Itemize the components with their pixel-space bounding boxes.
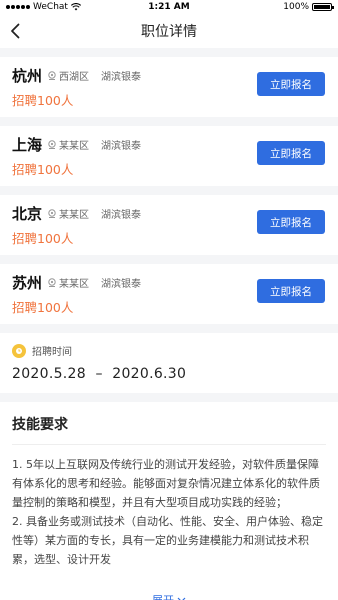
apply-button[interactable]: 立即报名 (257, 141, 325, 165)
location-card: 杭州 西湖区 湖滨银泰 招聘100人 立即报名 (0, 57, 338, 117)
building-label: 湖滨银泰 (101, 71, 142, 83)
clock-icon (12, 343, 26, 358)
skills-line: 1. 5年以上互联网及传统行业的测试开发经验，对软件质量保障有体系化的思考和经验… (12, 458, 320, 509)
district-label: 某某区 (59, 140, 90, 152)
building-label: 湖滨银泰 (101, 140, 142, 152)
location-pin-icon (48, 70, 56, 80)
recruit-time-header: 招聘时间 (12, 343, 326, 358)
district-label: 西湖区 (59, 71, 90, 83)
battery-icon (312, 3, 334, 11)
skills-text: 1. 5年以上互联网及传统行业的测试开发经验，对软件质量保障有体系化的思考和经验… (12, 455, 326, 600)
location-card: 苏州 某某区 湖滨银泰 招聘100人 立即报名 (0, 264, 338, 324)
page-title: 职位详情 (141, 24, 197, 40)
skills-card: 技能要求 1. 5年以上互联网及传统行业的测试开发经验，对软件质量保障有体系化的… (0, 402, 338, 600)
recruit-time-card: 招聘时间 2020.5.28 – 2020.6.30 (0, 333, 338, 393)
expand-label: 展开 (152, 592, 174, 600)
location-pin-icon (48, 139, 56, 149)
district-label: 某某区 (59, 278, 90, 290)
back-button[interactable] (10, 14, 34, 48)
location-card: 北京 某某区 湖滨银泰 招聘100人 立即报名 (0, 195, 338, 255)
battery-label: 100% (283, 2, 309, 12)
district-label: 某某区 (59, 209, 90, 221)
location-list: 杭州 西湖区 湖滨银泰 招聘100人 立即报名 上海 某某区 湖滨银泰 招聘10… (0, 57, 338, 324)
status-bar: WeChat 1:21 AM 100% (0, 0, 338, 14)
city-name: 苏州 (12, 273, 43, 292)
city-name: 上海 (12, 135, 43, 154)
expand-button[interactable]: 展开 (0, 592, 338, 600)
chevron-left-icon (11, 23, 20, 39)
apply-button[interactable]: 立即报名 (257, 279, 325, 303)
apply-button[interactable]: 立即报名 (257, 72, 325, 96)
apply-button[interactable]: 立即报名 (257, 210, 325, 234)
location-pin-icon (48, 277, 56, 287)
city-name: 杭州 (12, 66, 43, 85)
recruit-time-range: 2020.5.28 – 2020.6.30 (12, 366, 187, 382)
skills-title: 技能要求 (12, 414, 326, 445)
recruit-time-label: 招聘时间 (32, 347, 72, 358)
city-name: 北京 (12, 204, 43, 223)
status-right: 100% (283, 0, 334, 14)
nav-bar: 职位详情 (0, 14, 338, 48)
location-card: 上海 某某区 湖滨银泰 招聘100人 立即报名 (0, 126, 338, 186)
building-label: 湖滨银泰 (101, 209, 142, 221)
location-pin-icon (48, 208, 56, 218)
building-label: 湖滨银泰 (101, 278, 142, 290)
